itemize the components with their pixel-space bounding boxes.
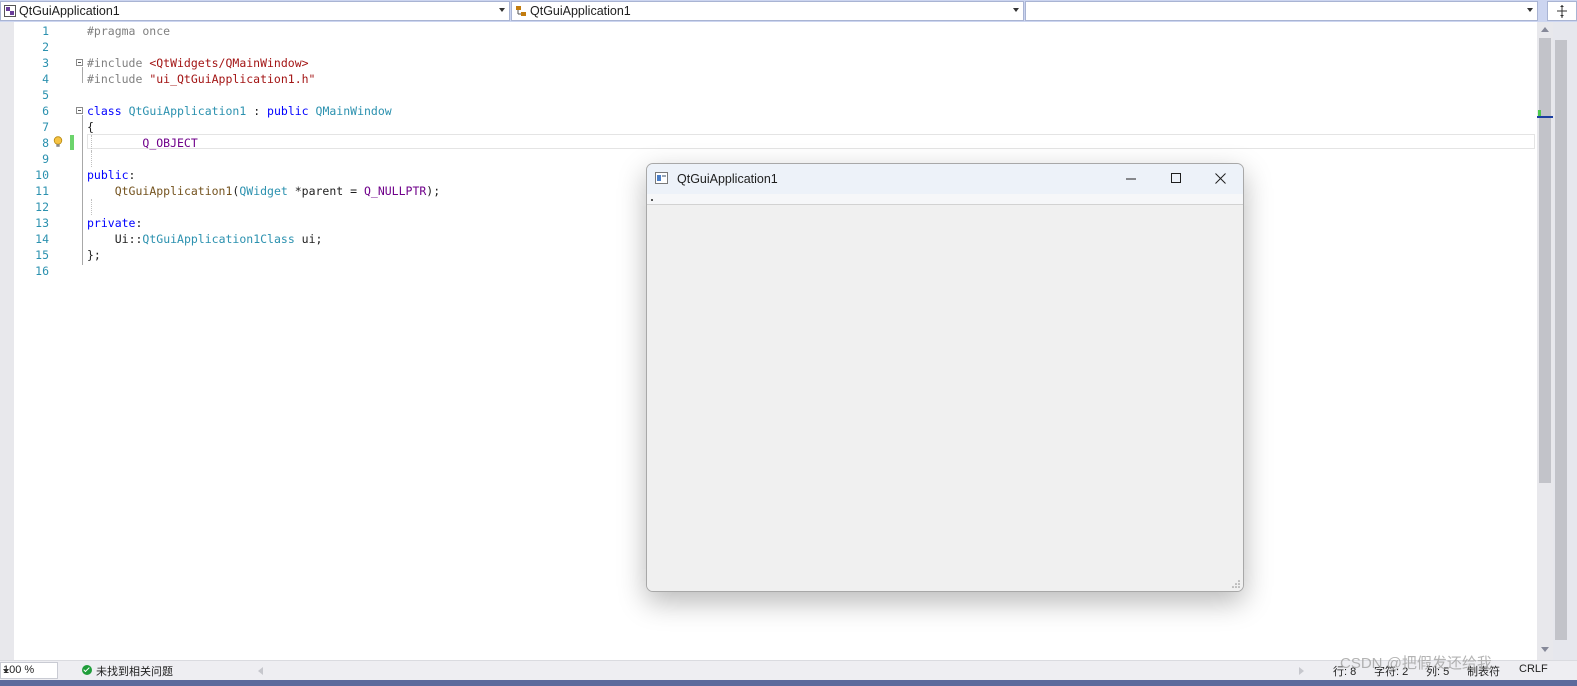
code-line-13: private:	[87, 216, 143, 230]
editor-margin	[0, 22, 14, 660]
code-line-10: public:	[87, 168, 136, 182]
collapse-icon[interactable]	[76, 107, 83, 114]
minimize-icon	[1126, 178, 1136, 180]
line-number: 4	[42, 72, 49, 86]
code-line-4: #include "ui_QtGuiApplication1.h"	[87, 72, 316, 86]
split-icon	[1557, 5, 1567, 18]
scroll-right-icon[interactable]	[1299, 667, 1304, 675]
scroll-left-icon[interactable]	[258, 667, 263, 675]
line-number: 2	[42, 40, 49, 54]
close-button[interactable]	[1198, 164, 1243, 194]
indent-guide	[91, 151, 92, 167]
maximize-button[interactable]	[1153, 164, 1198, 194]
chevron-down-icon	[3, 669, 9, 673]
scope-label: QtGuiApplication1	[19, 4, 120, 18]
scope-dropdown[interactable]: QtGuiApplication1	[0, 1, 510, 21]
line-number: 6	[42, 104, 49, 118]
collapse-icon[interactable]	[76, 59, 83, 66]
outer-scrollbar-thumb[interactable]	[1555, 40, 1567, 640]
line-number: 12	[35, 200, 49, 214]
lightbulb-icon[interactable]	[53, 136, 63, 148]
minimize-button[interactable]	[1108, 164, 1153, 194]
scroll-up-icon[interactable]	[1541, 27, 1549, 32]
line-number: 5	[42, 88, 49, 102]
code-line-1: #pragma once	[87, 24, 171, 38]
qt-menu-bar[interactable]	[647, 194, 1243, 205]
navigation-bar: QtGuiApplication1 QtGuiApplication1	[0, 0, 1577, 22]
line-number: 1	[42, 24, 49, 38]
chevron-down-icon	[499, 8, 505, 12]
check-icon	[82, 665, 92, 675]
watermark: CSDN @把假发还给我	[1340, 655, 1492, 672]
code-line-8: Q_OBJECT	[142, 136, 198, 150]
code-line-14: Ui::QtGuiApplication1Class ui;	[114, 232, 323, 246]
window-bottom-border	[0, 680, 1577, 686]
scrollbar-thumb[interactable]	[1539, 38, 1551, 483]
line-number: 16	[35, 264, 49, 278]
line-number: 10	[35, 168, 49, 182]
fold-line	[82, 115, 83, 265]
code-line-6: class QtGuiApplication1 : public QMainWi…	[87, 104, 392, 118]
vertical-scrollbar[interactable]	[1537, 22, 1553, 660]
code-line-7: {	[87, 120, 94, 134]
central-widget	[647, 205, 1243, 591]
outer-scrollbar[interactable]	[1553, 22, 1577, 660]
function-dropdown[interactable]	[1025, 1, 1538, 21]
class-icon	[516, 6, 526, 16]
member-dropdown[interactable]: QtGuiApplication1	[511, 1, 1024, 21]
chevron-down-icon	[1527, 8, 1533, 12]
size-grip-icon[interactable]	[1231, 579, 1241, 589]
line-number: 14	[35, 232, 49, 246]
scroll-down-icon[interactable]	[1541, 647, 1549, 652]
zoom-dropdown[interactable]: 100 %	[0, 662, 58, 679]
code-line-3: #include <QtWidgets/QMainWindow>	[87, 56, 309, 70]
chevron-down-icon	[1013, 8, 1019, 12]
maximize-icon	[1171, 173, 1181, 183]
line-number: 9	[42, 152, 49, 166]
app-window-icon	[655, 172, 668, 184]
change-marker	[70, 135, 74, 150]
code-line-11: QtGuiApplication1(QWidget *parent = Q_NU…	[114, 184, 441, 198]
line-number: 7	[42, 120, 49, 134]
line-number: 13	[35, 216, 49, 230]
window-title: QtGuiApplication1	[677, 172, 778, 186]
code-line-15: };	[87, 248, 101, 262]
window-title-bar[interactable]: QtGuiApplication1	[647, 164, 1243, 194]
line-ending-indicator[interactable]: CRLF	[1519, 663, 1548, 675]
split-editor-button[interactable]	[1547, 1, 1577, 21]
current-line-highlight	[87, 134, 1535, 149]
project-icon	[4, 5, 16, 17]
fold-line	[82, 67, 83, 83]
indent-guide	[91, 199, 92, 215]
member-label: QtGuiApplication1	[530, 4, 631, 18]
line-number: 3	[42, 56, 49, 70]
issues-status[interactable]: 未找到相关问题	[96, 663, 173, 679]
caret-indicator	[1537, 116, 1553, 118]
menu-handle	[651, 199, 653, 201]
line-number: 11	[35, 184, 49, 198]
close-icon	[1215, 173, 1226, 184]
line-number: 8	[42, 136, 49, 150]
line-number: 15	[35, 248, 49, 262]
qt-application-window[interactable]: QtGuiApplication1	[646, 163, 1244, 592]
